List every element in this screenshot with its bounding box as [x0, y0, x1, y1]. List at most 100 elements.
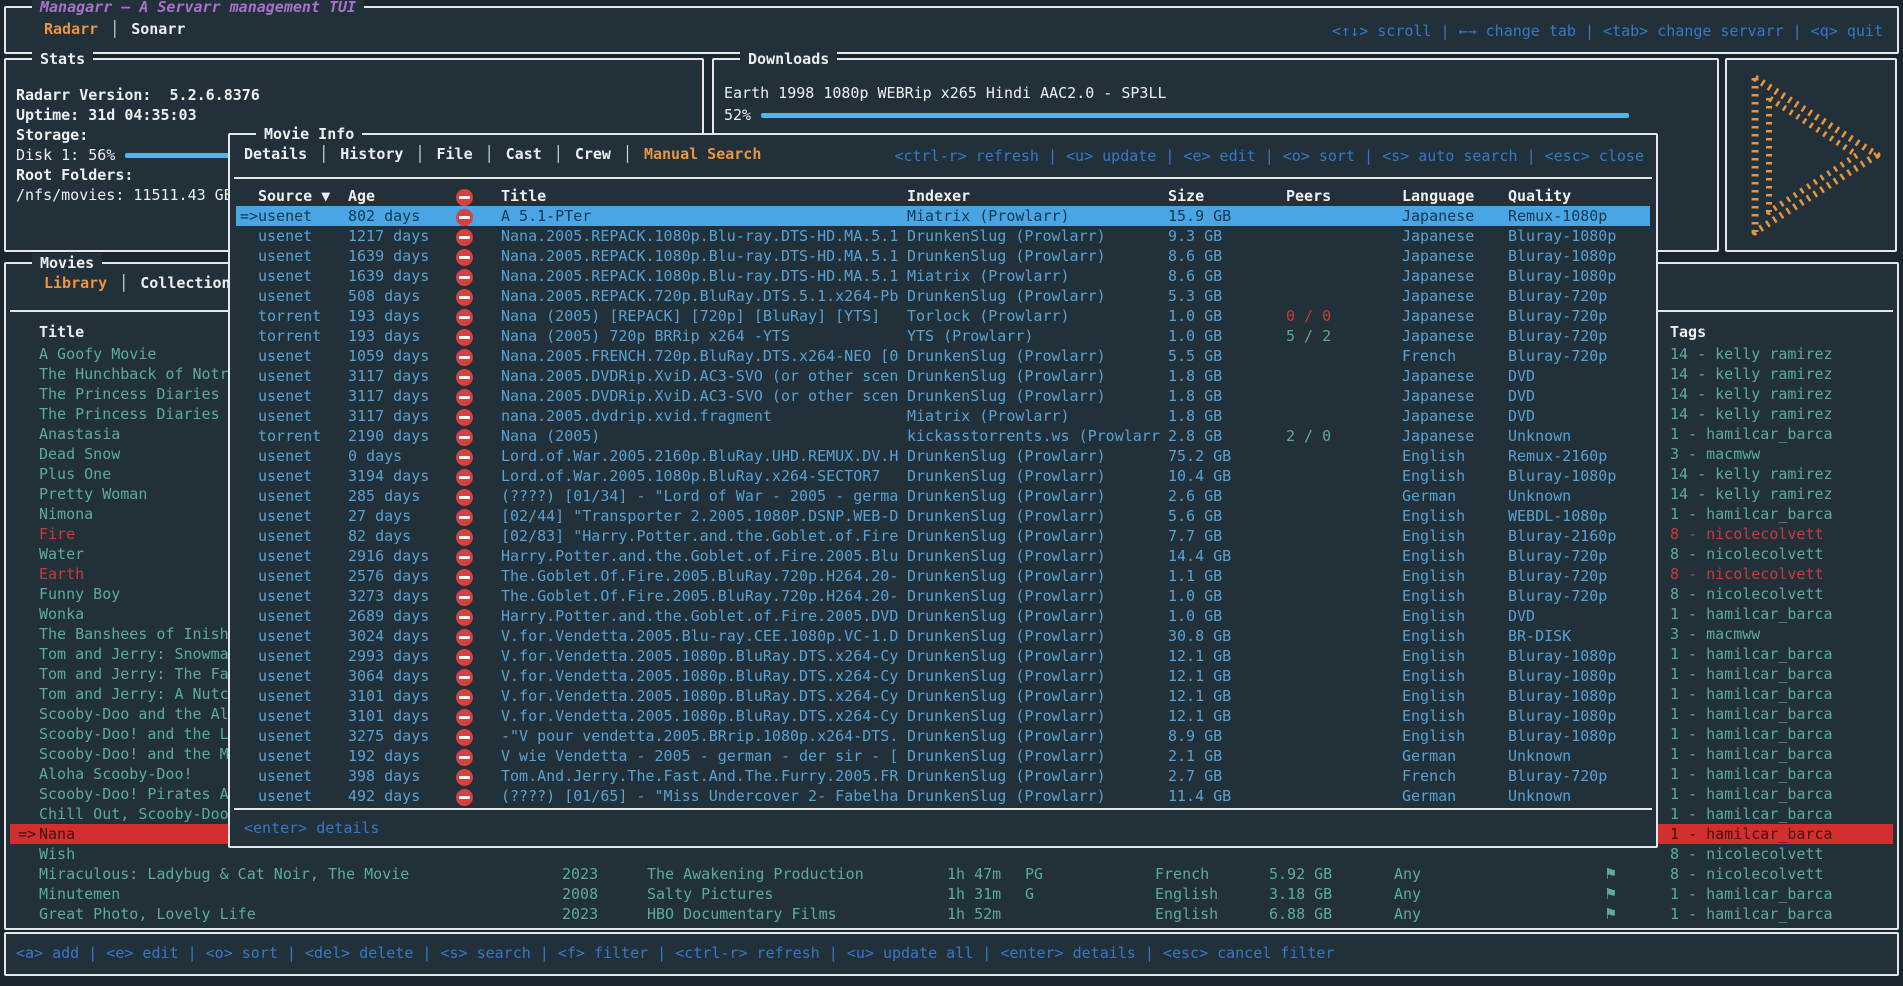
search-result-row[interactable]: => usenet 802 days A 5.1-PTer Miatrix (P… — [236, 206, 1650, 226]
movie-row[interactable]: Miraculous: Ladybug & Cat Noir, The Movi… — [10, 864, 1893, 884]
movies-tags-column-header[interactable]: Tags — [1670, 322, 1893, 342]
release-age: 398 days — [348, 766, 456, 786]
search-result-row[interactable]: usenet 492 days (????) [01/65] - "Miss U… — [236, 786, 1650, 806]
search-result-row[interactable]: usenet 2576 days The.Goblet.Of.Fire.2005… — [236, 566, 1650, 586]
search-result-row[interactable]: usenet 82 days [02/83] "Harry.Potter.and… — [236, 526, 1650, 546]
age-column-header[interactable]: Age — [348, 186, 456, 206]
peers-column-header[interactable]: Peers — [1286, 186, 1402, 206]
search-result-row[interactable]: usenet 3101 days V.for.Vendetta.2005.108… — [236, 706, 1650, 726]
rejection-column-header[interactable] — [456, 186, 501, 206]
search-result-row[interactable]: torrent 2190 days Nana (2005) kickasstor… — [236, 426, 1650, 446]
selection-marker — [236, 586, 258, 606]
release-quality: Bluray-1080p — [1508, 466, 1650, 486]
search-result-row[interactable]: usenet 2689 days Harry.Potter.and.the.Go… — [236, 606, 1650, 626]
tab-manual-search[interactable]: Manual Search — [644, 145, 761, 163]
release-source: torrent — [258, 306, 348, 326]
release-size: 1.8 GB — [1168, 386, 1286, 406]
search-result-row[interactable]: usenet 192 days V wie Vendetta - 2005 - … — [236, 746, 1650, 766]
release-language: Japanese — [1402, 426, 1508, 446]
title-column-header[interactable]: Title — [501, 186, 907, 206]
selection-marker — [236, 326, 258, 346]
movie-min-availability: Any — [1394, 864, 1604, 884]
language-column-header[interactable]: Language — [1402, 186, 1508, 206]
tab-collections[interactable]: Collections — [140, 274, 239, 292]
search-result-row[interactable]: usenet 0 days Lord.of.War.2005.2160p.Blu… — [236, 446, 1650, 466]
movie-min-availability: Any — [1394, 884, 1604, 904]
tab-separator: │ — [473, 145, 506, 163]
search-result-row[interactable]: usenet 2993 days V.for.Vendetta.2005.108… — [236, 646, 1650, 666]
search-result-row[interactable]: usenet 508 days Nana.2005.REPACK.720p.Bl… — [236, 286, 1650, 306]
release-peers — [1286, 606, 1402, 626]
search-result-row[interactable]: usenet 3275 days -"V pour vendetta.2005.… — [236, 726, 1650, 746]
monitored-flag-icon: ⚑ — [1604, 904, 1670, 924]
search-result-row[interactable]: usenet 3101 days V.for.Vendetta.2005.108… — [236, 686, 1650, 706]
source-column-header[interactable]: Source ▼ — [258, 186, 348, 206]
search-result-row[interactable]: usenet 3024 days V.for.Vendetta.2005.Blu… — [236, 626, 1650, 646]
movie-tag: 3 - macmww — [1670, 444, 1893, 464]
release-peers — [1286, 386, 1402, 406]
tab-radarr[interactable]: Radarr — [44, 20, 98, 38]
movie-row[interactable]: Great Photo, Lovely Life 2023 HBO Docume… — [10, 904, 1893, 924]
search-result-row[interactable]: usenet 3117 days nana.2005.dvdrip.xvid.f… — [236, 406, 1650, 426]
movie-tag: 1 - hamilcar_barca — [1670, 684, 1893, 704]
search-result-row[interactable]: usenet 27 days [02/44] "Transporter 2.20… — [236, 506, 1650, 526]
release-size: 12.1 GB — [1168, 666, 1286, 686]
selection-marker — [236, 306, 258, 326]
release-quality: Bluray-1080p — [1508, 246, 1650, 266]
indexer-column-header[interactable]: Indexer — [907, 186, 1168, 206]
search-result-row[interactable]: torrent 193 days Nana (2005) [REPACK] [7… — [236, 306, 1650, 326]
search-result-row[interactable]: usenet 3117 days Nana.2005.DVDRip.XviD.A… — [236, 386, 1650, 406]
tab-file[interactable]: File — [437, 145, 473, 163]
selection-marker — [10, 464, 39, 484]
release-quality: Remux-2160p — [1508, 446, 1650, 466]
release-language: English — [1402, 466, 1508, 486]
tab-history[interactable]: History — [340, 145, 403, 163]
bottom-keybinds: <a> add | <e> edit | <o> sort | <del> de… — [16, 944, 1335, 962]
selection-marker — [10, 804, 39, 824]
release-age: 1059 days — [348, 346, 456, 366]
search-result-row[interactable]: usenet 1639 days Nana.2005.REPACK.1080p.… — [236, 266, 1650, 286]
tab-details[interactable]: Details — [244, 145, 307, 163]
search-result-row[interactable]: usenet 1059 days Nana.2005.FRENCH.720p.B… — [236, 346, 1650, 366]
selection-marker — [10, 484, 39, 504]
search-result-row[interactable]: usenet 3064 days V.for.Vendetta.2005.108… — [236, 666, 1650, 686]
monitored-flag-icon: ⚑ — [1604, 864, 1670, 884]
search-result-row[interactable]: usenet 3194 days Lord.of.War.2005.1080p.… — [236, 466, 1650, 486]
release-size: 5.5 GB — [1168, 346, 1286, 366]
selection-marker — [236, 506, 258, 526]
search-result-row[interactable]: usenet 1217 days Nana.2005.REPACK.1080p.… — [236, 226, 1650, 246]
release-indexer: DrunkenSlug (Prowlarr) — [907, 446, 1168, 466]
size-column-header[interactable]: Size — [1168, 186, 1286, 206]
movie-tag: 1 - hamilcar_barca — [1670, 764, 1893, 784]
search-result-row[interactable]: usenet 2916 days Harry.Potter.and.the.Go… — [236, 546, 1650, 566]
tab-sonarr[interactable]: Sonarr — [131, 20, 185, 38]
search-result-row[interactable]: torrent 193 days Nana (2005) 720p BRRip … — [236, 326, 1650, 346]
search-result-row[interactable]: usenet 3117 days Nana.2005.DVDRip.XviD.A… — [236, 366, 1650, 386]
release-title: [02/83] "Harry.Potter.and.the.Goblet.of.… — [501, 526, 907, 546]
tab-library[interactable]: Library — [44, 274, 107, 292]
tab-cast[interactable]: Cast — [506, 145, 542, 163]
release-age: 2689 days — [348, 606, 456, 626]
tab-crew[interactable]: Crew — [575, 145, 611, 163]
movie-row[interactable]: Minutemen 2008 Salty Pictures 1h 31m G E… — [10, 884, 1893, 904]
release-title: -"V pour vendetta.2005.BRrip.1080p.x264-… — [501, 726, 907, 746]
selection-marker — [236, 406, 258, 426]
movie-tag: 8 - nicolecolvett — [1670, 864, 1893, 884]
quality-column-header[interactable]: Quality — [1508, 186, 1650, 206]
search-result-row[interactable]: usenet 285 days (????) [01/34] - "Lord o… — [236, 486, 1650, 506]
movie-tag: 1 - hamilcar_barca — [1670, 904, 1893, 924]
release-quality: Bluray-720p — [1508, 766, 1650, 786]
release-age: 27 days — [348, 506, 456, 526]
rejected-release-icon — [456, 769, 473, 786]
search-result-row[interactable]: usenet 398 days Tom.And.Jerry.The.Fast.A… — [236, 766, 1650, 786]
release-quality: DVD — [1508, 606, 1650, 626]
release-quality: Remux-1080p — [1508, 206, 1650, 226]
search-result-row[interactable]: usenet 3273 days The.Goblet.Of.Fire.2005… — [236, 586, 1650, 606]
root-folders-label: Root Folders: — [16, 166, 133, 184]
selection-marker — [236, 706, 258, 726]
release-age: 3024 days — [348, 626, 456, 646]
release-language: Japanese — [1402, 306, 1508, 326]
release-source: usenet — [258, 366, 348, 386]
search-result-row[interactable]: usenet 1639 days Nana.2005.REPACK.1080p.… — [236, 246, 1650, 266]
tab-separator: │ — [107, 274, 140, 292]
